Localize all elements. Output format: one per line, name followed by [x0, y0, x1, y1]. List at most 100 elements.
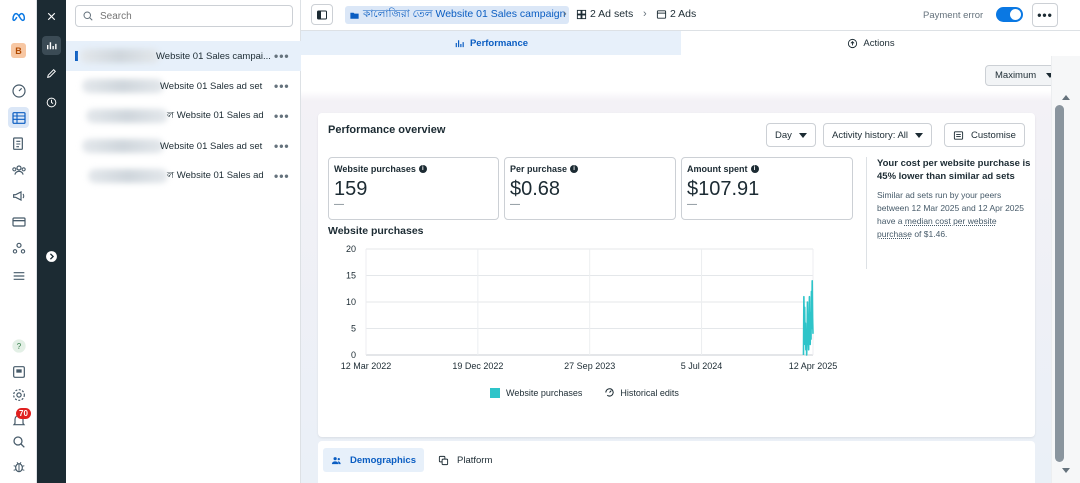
campaign-on-off-toggle[interactable] [996, 7, 1023, 22]
info-icon[interactable]: i [570, 165, 579, 173]
scrollbar-thumb[interactable] [1055, 105, 1064, 462]
scroll-up-arrow-icon[interactable] [1062, 95, 1070, 100]
tab-demographics[interactable]: Demographics [323, 448, 424, 472]
tab-actions[interactable]: Actions [681, 31, 1061, 55]
bar-chart-icon[interactable] [42, 36, 61, 55]
insight-headline: Your cost per website purchase is 45% lo… [877, 158, 1031, 182]
tab-performance-label: Performance [469, 37, 529, 49]
tree-item-label: ল Website 01 Sales ad [167, 169, 264, 181]
breakdown-card: Demographics Platform [318, 441, 1035, 483]
x-tick-label: 19 Dec 2022 [452, 361, 503, 371]
tree-item-more-button[interactable]: ••• [274, 169, 290, 183]
tree-item-ad-set[interactable]: Website 01 Sales ad set ••• [66, 71, 301, 101]
folder-icon [350, 12, 359, 19]
tab-platform[interactable]: Platform [430, 448, 500, 472]
activity-history-value: Activity history: All [832, 129, 909, 141]
dashboard-gauge-icon[interactable] [8, 80, 29, 101]
close-icon[interactable] [42, 7, 61, 26]
ads-manager-table-icon[interactable] [8, 107, 29, 128]
legend-label: Historical edits [620, 387, 679, 398]
y-tick-label: 5 [351, 324, 356, 334]
insight-body: Similar ad sets run by your peers betwee… [877, 189, 1031, 241]
more-options-button[interactable]: ••• [1032, 3, 1058, 27]
customise-button[interactable]: Customise [944, 123, 1025, 147]
website-purchases-chart[interactable]: 0 5 10 15 20 12 Mar 2022 19 Dec 2022 27 Sep 202… [328, 245, 848, 385]
metric-label: Website purchases [334, 164, 416, 174]
history-clock-icon[interactable] [42, 93, 61, 112]
pages-icon[interactable] [8, 133, 29, 154]
breadcrumb-chevron-icon: › [643, 8, 647, 20]
billing-card-icon[interactable] [8, 211, 29, 232]
bar-chart-icon [455, 39, 464, 47]
expand-chevron-icon[interactable] [42, 247, 61, 266]
info-icon[interactable]: i [418, 165, 427, 173]
search-icon[interactable] [8, 431, 29, 452]
chevron-down-icon [798, 132, 807, 138]
metric-amount-spent[interactable]: Amount spent i $107.91 — [681, 157, 853, 220]
tree-item-more-button[interactable]: ••• [274, 139, 290, 153]
ad-icon [656, 9, 667, 19]
toggle-panel-button[interactable] [311, 4, 333, 25]
tree-item-ad[interactable]: ল Website 01 Sales ad ••• [66, 161, 301, 191]
report-bug-icon[interactable] [8, 456, 29, 477]
tree-item-campaign[interactable]: Website 01 Sales campai... ••• [66, 41, 301, 71]
settings-gear-icon[interactable] [8, 384, 29, 405]
legend-item-website-purchases[interactable]: Website purchases [490, 387, 583, 398]
actions-arrow-icon [848, 38, 858, 48]
search-icon [83, 11, 93, 21]
business-settings-icon[interactable] [8, 237, 29, 258]
breadcrumb-campaign[interactable]: কালোজিরা তেল Website 01 Sales campaign [345, 6, 570, 24]
sidebar-toggle-icon [317, 10, 327, 19]
breadcrumb-ads[interactable]: 2 Ads [656, 8, 696, 20]
metric-value: $0.68 [510, 178, 561, 200]
metric-value: 159 [334, 178, 368, 200]
metric-website-purchases[interactable]: Website purchases i 159 — [328, 157, 499, 220]
vertical-scrollbar[interactable] [1051, 56, 1080, 483]
metric-value: $107.91 [687, 178, 760, 200]
legend-label: Website purchases [506, 387, 583, 398]
tree-item-ad[interactable]: ল Website 01 Sales ad ••• [66, 101, 301, 131]
legend-swatch [490, 387, 500, 398]
grid-icon [576, 9, 587, 19]
metric-per-purchase[interactable]: Per purchase i $0.68 — [504, 157, 676, 220]
payment-error-status: Payment error [923, 10, 984, 21]
tree-item-more-button[interactable]: ••• [274, 49, 290, 63]
breadcrumb-header: কালোজিরা তেল Website 01 Sales campaign ›… [301, 0, 1080, 31]
global-nav-rail: B ? 70 [0, 0, 37, 483]
blurred-name [82, 79, 164, 93]
detail-tabs: Performance Actions [301, 31, 1061, 56]
scroll-down-arrow-icon[interactable] [1062, 468, 1070, 473]
account-avatar[interactable]: B [8, 40, 29, 61]
benchmark-insight: Your cost per website purchase is 45% lo… [866, 157, 1031, 269]
breadcrumb-campaign-label: কালোজিরা তেল Website 01 Sales campaign [363, 7, 566, 20]
edit-pencil-icon[interactable] [42, 64, 61, 83]
chart-title: Website purchases [328, 225, 424, 237]
tree-search-box[interactable] [75, 5, 293, 27]
svg-text:?: ? [16, 342, 21, 351]
tab-performance[interactable]: Performance [301, 31, 681, 55]
breadcrumb-ad-sets[interactable]: 2 Ad sets [576, 8, 633, 20]
news-icon[interactable] [8, 361, 29, 382]
date-range-value: Maximum [995, 70, 1037, 81]
card-title: Performance overview [328, 124, 446, 136]
meta-logo-icon[interactable] [8, 6, 29, 27]
granularity-select[interactable]: Day [766, 123, 816, 147]
legend-item-historical-edits[interactable]: Historical edits [604, 387, 679, 398]
search-input[interactable] [100, 10, 280, 22]
metric-label: Amount spent [687, 164, 748, 174]
series-line-website-purchases [802, 279, 814, 356]
megaphone-icon[interactable] [8, 185, 29, 206]
activity-history-select[interactable]: Activity history: All [823, 123, 933, 147]
all-tools-menu-icon[interactable] [8, 265, 29, 286]
tree-item-more-button[interactable]: ••• [274, 79, 290, 93]
blurred-name [80, 49, 160, 63]
date-range-select[interactable]: Maximum [985, 65, 1061, 86]
audiences-icon[interactable] [8, 159, 29, 180]
tree-item-label: Website 01 Sales campai... [156, 50, 271, 62]
help-icon[interactable]: ? [8, 335, 29, 356]
tree-item-ad-set[interactable]: Website 01 Sales ad set ••• [66, 131, 301, 161]
tab-actions-label: Actions [863, 37, 895, 49]
info-icon[interactable]: i [750, 165, 759, 173]
blurred-name [88, 169, 168, 183]
tree-item-more-button[interactable]: ••• [274, 109, 290, 123]
